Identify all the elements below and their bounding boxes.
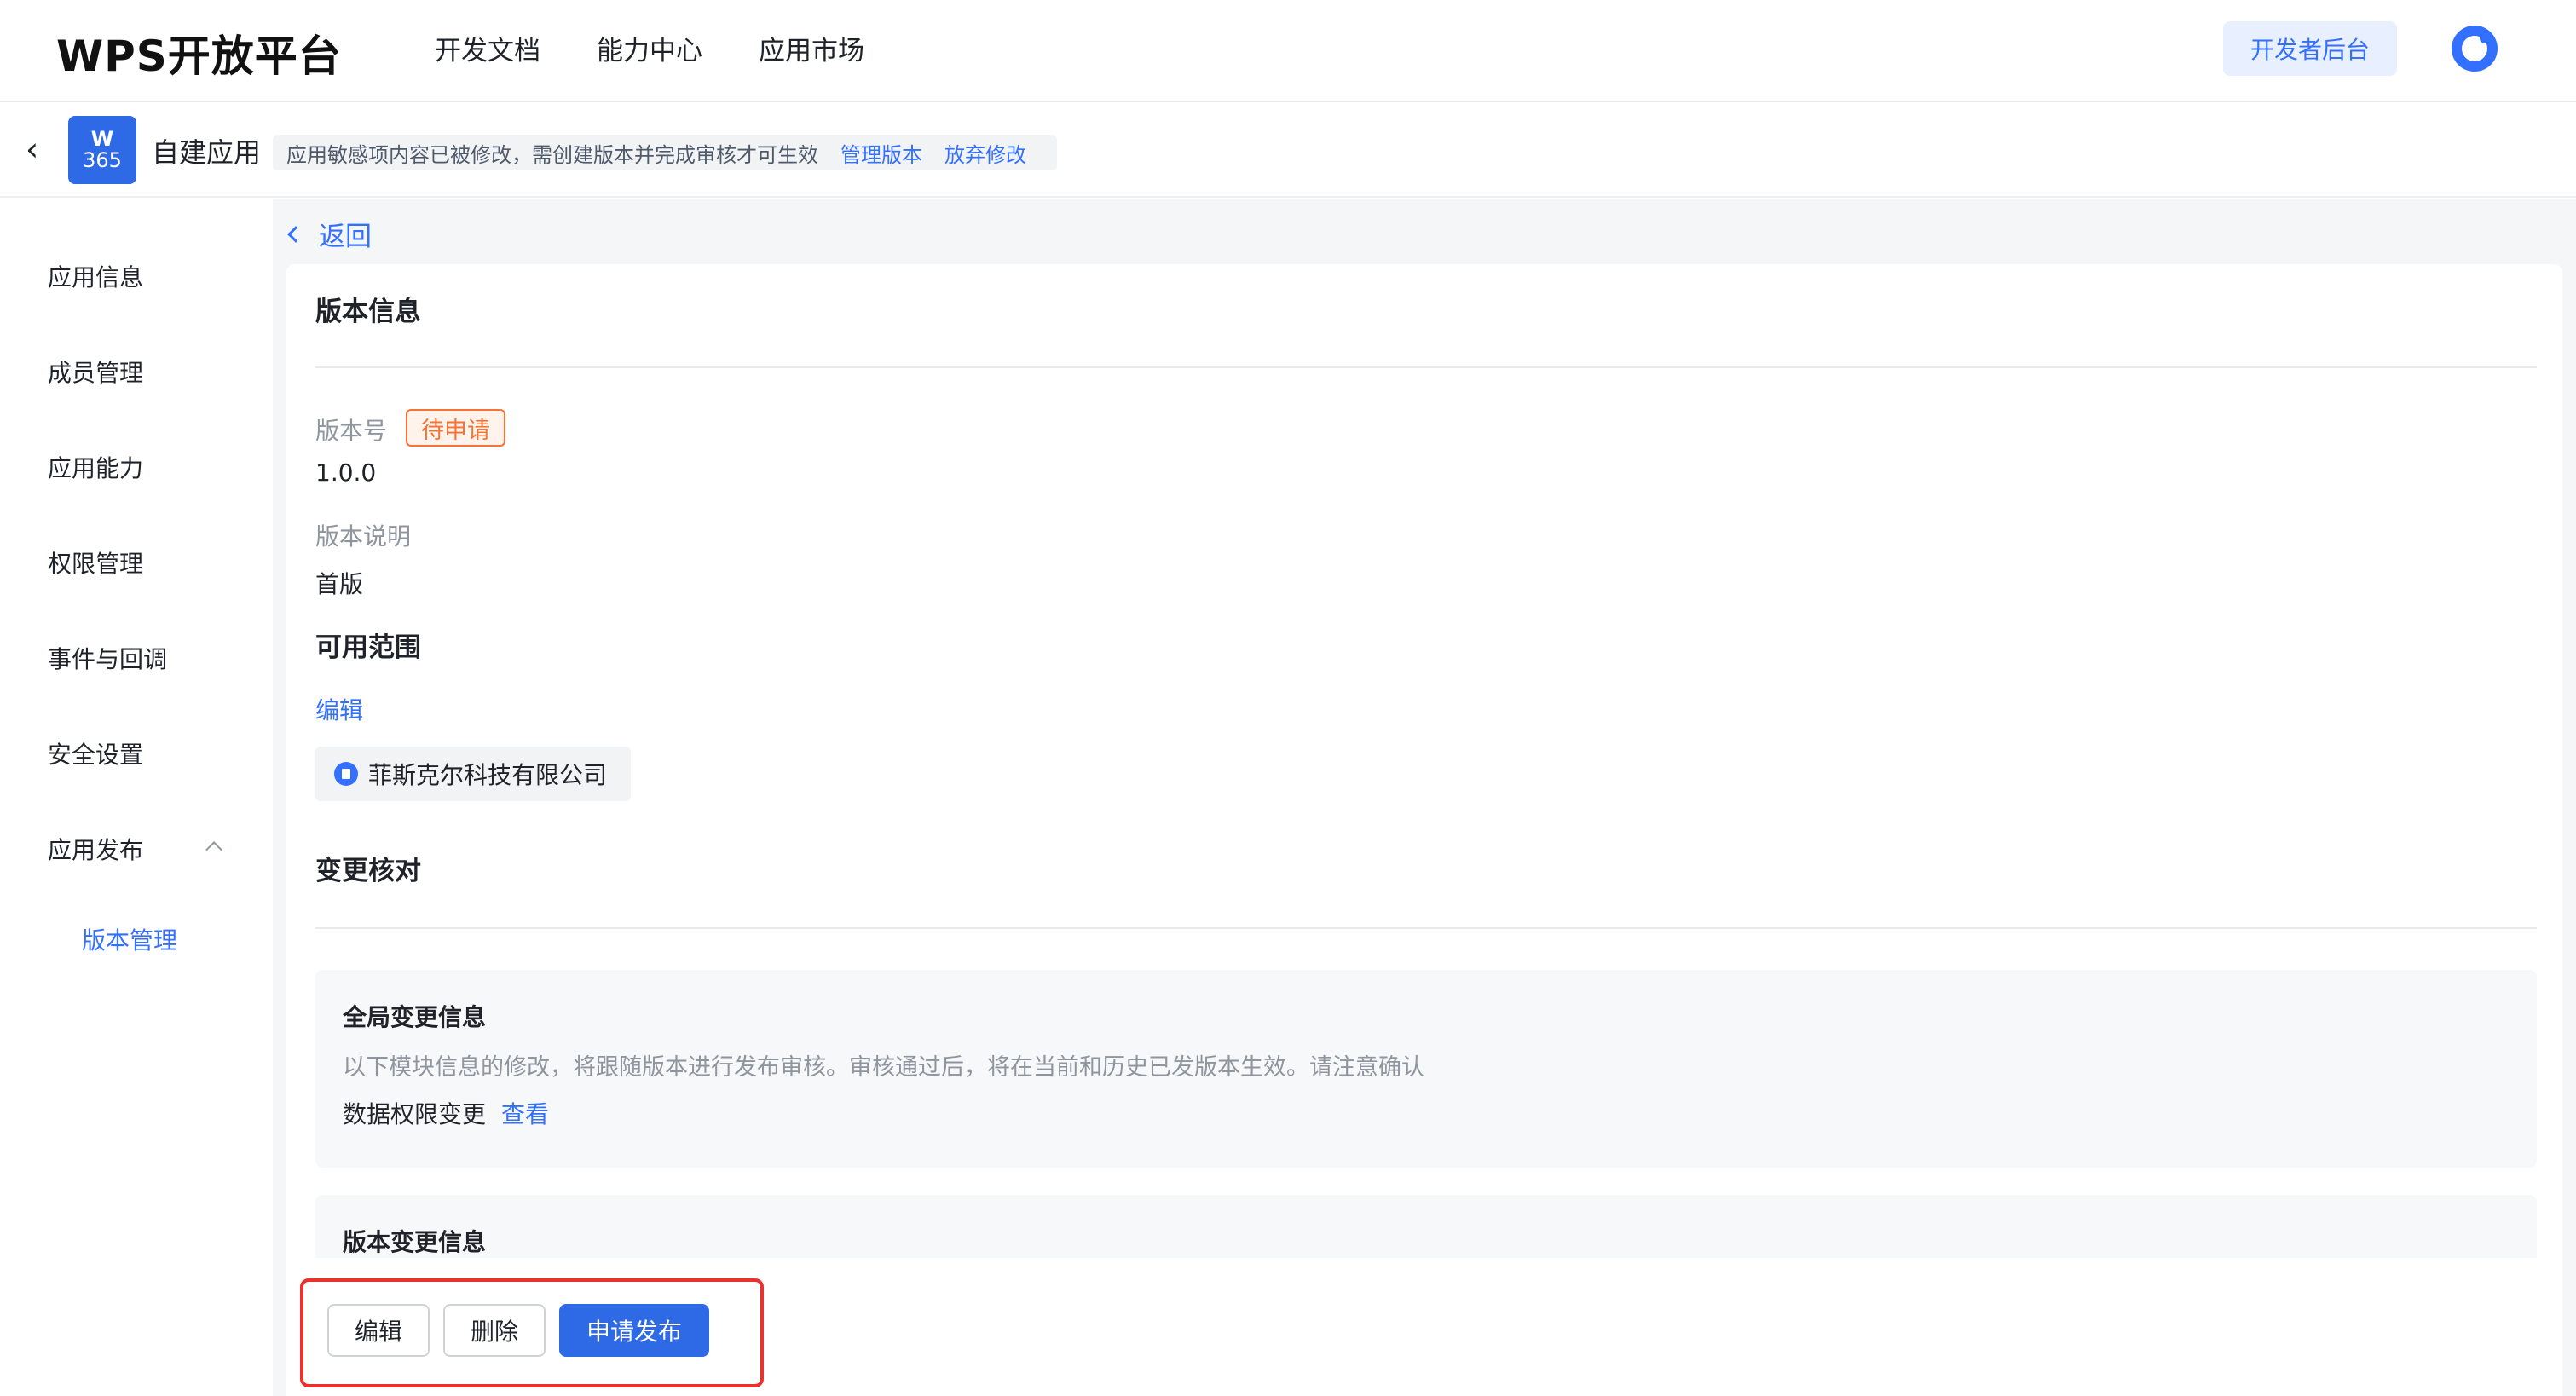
version-number-value: 1.0.0	[315, 459, 377, 487]
app-logo-number: 365	[83, 148, 122, 172]
nav-link-capabilities[interactable]: 能力中心	[597, 29, 702, 67]
view-link[interactable]: 查看	[501, 1096, 549, 1130]
edit-button[interactable]: 编辑	[327, 1304, 430, 1357]
org-scope-chip: 菲斯克尔科技有限公司	[315, 747, 631, 801]
sidebar-item-version-management[interactable]: 版本管理	[82, 922, 177, 956]
version-number-label: 版本号	[315, 417, 388, 445]
version-desc-value: 首版	[315, 570, 364, 598]
org-name: 菲斯克尔科技有限公司	[368, 761, 608, 789]
platform-logo[interactable]: WPS开放平台	[56, 22, 342, 84]
divider	[315, 366, 2537, 368]
top-nav-links: 开发文档 能力中心 应用市场	[435, 29, 864, 67]
nav-link-docs[interactable]: 开发文档	[435, 29, 540, 67]
sidebar: 应用信息 成员管理 应用能力 权限管理 事件与回调 安全设置 应用发布 版本管理	[0, 199, 273, 1396]
divider	[315, 927, 2537, 929]
scope-title: 可用范围	[315, 632, 421, 663]
status-badge: 待申请	[406, 409, 505, 447]
sidebar-item-app-info[interactable]: 应用信息	[48, 259, 143, 293]
main-content: 返回 版本信息 版本号 待申请 1.0.0 版本说明 首版 可用范围 编辑 菲斯…	[273, 199, 2576, 1396]
user-avatar-icon	[2462, 33, 2490, 61]
organization-icon	[334, 762, 358, 786]
chevron-left-icon[interactable]: ‹	[26, 133, 38, 165]
sidebar-item-capabilities[interactable]: 应用能力	[48, 450, 143, 484]
global-change-item: 数据权限变更 查看	[343, 1096, 549, 1130]
global-change-title: 全局变更信息	[343, 1003, 487, 1031]
version-detail-card: 版本信息 版本号 待申请 1.0.0 版本说明 首版 可用范围 编辑 菲斯克尔科…	[286, 264, 2562, 1396]
sensitive-change-notice: 应用敏感项内容已被修改，需创建版本并完成审核才可生效 管理版本 放弃修改	[273, 135, 1057, 170]
avatar[interactable]	[2452, 26, 2498, 72]
nav-link-market[interactable]: 应用市场	[759, 29, 864, 67]
notice-text: 应用敏感项内容已被修改，需创建版本并完成审核才可生效	[286, 142, 818, 167]
back-link[interactable]: 返回	[287, 215, 372, 253]
sidebar-item-publish[interactable]: 应用发布	[48, 832, 143, 866]
delete-button[interactable]: 删除	[443, 1304, 546, 1357]
sidebar-item-security[interactable]: 安全设置	[48, 736, 143, 770]
data-permission-change-label: 数据权限变更	[343, 1100, 487, 1128]
global-change-box: 全局变更信息 以下模块信息的修改，将跟随版本进行发布审核。审核通过后，将在当前和…	[315, 970, 2537, 1168]
version-desc-label: 版本说明	[315, 522, 412, 551]
version-change-title: 版本变更信息	[343, 1228, 487, 1256]
sidebar-item-members[interactable]: 成员管理	[48, 355, 143, 389]
chevron-up-icon[interactable]	[205, 841, 222, 858]
scope-edit-link[interactable]: 编辑	[315, 692, 363, 726]
developer-console-button[interactable]: 开发者后台	[2223, 21, 2397, 76]
change-check-title: 变更核对	[315, 856, 421, 886]
version-info-title: 版本信息	[315, 297, 421, 327]
app-name: 自建应用	[152, 136, 262, 169]
discard-changes-link[interactable]: 放弃修改	[944, 138, 1026, 168]
global-change-desc: 以下模块信息的修改，将跟随版本进行发布审核。审核通过后，将在当前和历史已发版本生…	[343, 1054, 1424, 1081]
top-navbar: WPS开放平台 开发文档 能力中心 应用市场 开发者后台	[0, 0, 2576, 102]
sidebar-item-events[interactable]: 事件与回调	[48, 641, 167, 675]
back-label: 返回	[319, 222, 372, 252]
sidebar-item-permissions[interactable]: 权限管理	[48, 545, 143, 580]
chevron-left-icon	[287, 225, 304, 243]
app-logo-mark: W	[90, 127, 114, 151]
apply-publish-button[interactable]: 申请发布	[559, 1304, 709, 1357]
manage-version-link[interactable]: 管理版本	[840, 138, 922, 168]
app-header-bar: ‹ W 365 自建应用 应用敏感项内容已被修改，需创建版本并完成审核才可生效 …	[0, 104, 2576, 198]
app-logo-icon: W 365	[68, 116, 136, 184]
